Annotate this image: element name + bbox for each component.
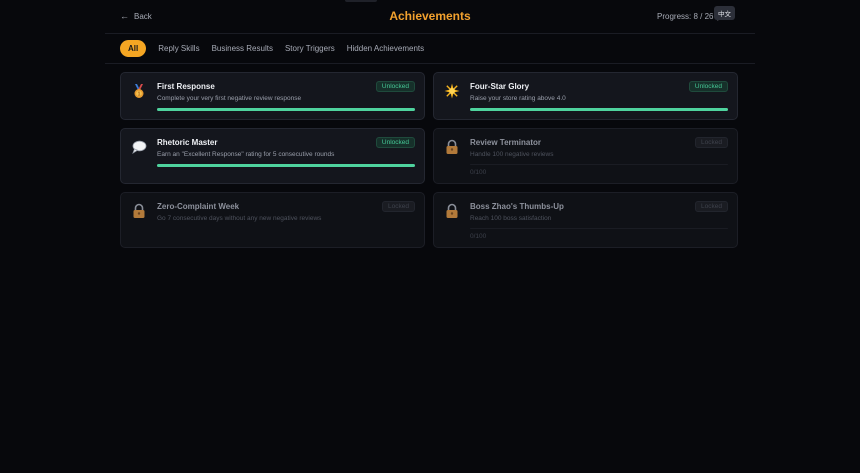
progress-fill	[157, 108, 415, 111]
progress-fill	[157, 164, 415, 167]
progress-fill	[470, 108, 728, 111]
progress-bar	[470, 108, 728, 111]
tab-business-results[interactable]: Business Results	[212, 40, 273, 57]
achievement-description: Earn an "Excellent Response" rating for …	[157, 151, 335, 158]
achievement-name: Boss Zhao's Thumbs-Up	[470, 202, 564, 211]
status-badge: Unlocked	[375, 137, 415, 148]
achievement-card-boss-zhao-thumbs-up[interactable]: Boss Zhao's Thumbs-Up Reach 100 boss sat…	[433, 192, 738, 248]
achievement-card-zero-complaint-week[interactable]: Zero-Complaint Week Go 7 consecutive day…	[120, 192, 425, 248]
category-tabs: All Reply Skills Business Results Story …	[105, 34, 755, 64]
achievement-description: Handle 100 negative reviews	[470, 151, 554, 158]
achievement-grid: 1 First Response Complete your very firs…	[120, 72, 738, 248]
tab-hidden-achievements[interactable]: Hidden Achievements	[347, 40, 424, 57]
achievement-card-first-response[interactable]: 1 First Response Complete your very firs…	[120, 72, 425, 120]
progress-bar	[470, 164, 728, 165]
language-toggle-button[interactable]: 中文	[714, 6, 735, 20]
speech-bubble-icon	[131, 139, 147, 155]
medal-icon: 1	[131, 83, 147, 99]
status-badge: Unlocked	[375, 81, 415, 92]
lock-icon	[444, 139, 460, 155]
achievement-name: Rhetoric Master	[157, 138, 218, 147]
sparkle-star-icon	[444, 83, 460, 99]
achievements-page: ← Back Achievements Progress: 8 / 26 ( 中…	[105, 0, 755, 473]
status-badge: Locked	[695, 201, 728, 212]
achievement-description: Go 7 consecutive days without any new ne…	[157, 215, 322, 222]
progress-bar	[157, 108, 415, 111]
top-handle	[345, 0, 377, 2]
progress-text: Progress: 8 / 26 (	[657, 12, 719, 21]
achievement-name: Zero-Complaint Week	[157, 202, 240, 211]
header: ← Back Achievements Progress: 8 / 26 ( 中…	[105, 0, 755, 34]
progress-bar	[470, 228, 728, 229]
achievement-card-rhetoric-master[interactable]: Rhetoric Master Earn an "Excellent Respo…	[120, 128, 425, 184]
achievement-description: Reach 100 boss satisfaction	[470, 215, 552, 222]
svg-text:1: 1	[138, 91, 141, 97]
tab-reply-skills[interactable]: Reply Skills	[158, 40, 199, 57]
achievement-name: First Response	[157, 82, 215, 91]
progress-count: 0/100	[470, 233, 487, 240]
tab-story-triggers[interactable]: Story Triggers	[285, 40, 335, 57]
tab-all[interactable]: All	[120, 40, 147, 57]
achievement-card-four-star-glory[interactable]: Four-Star Glory Raise your store rating …	[433, 72, 738, 120]
status-badge: Locked	[695, 137, 728, 148]
status-badge: Unlocked	[688, 81, 728, 92]
progress-bar	[157, 164, 415, 167]
status-badge: Locked	[382, 201, 415, 212]
progress-count: 0/100	[470, 169, 487, 176]
achievement-description: Raise your store rating above 4.0	[470, 95, 566, 102]
achievement-name: Four-Star Glory	[470, 82, 530, 91]
achievement-card-review-terminator[interactable]: Review Terminator Handle 100 negative re…	[433, 128, 738, 184]
lock-icon	[444, 203, 460, 219]
lock-icon	[131, 203, 147, 219]
achievement-description: Complete your very first negative review…	[157, 95, 302, 102]
achievement-name: Review Terminator	[470, 138, 541, 147]
